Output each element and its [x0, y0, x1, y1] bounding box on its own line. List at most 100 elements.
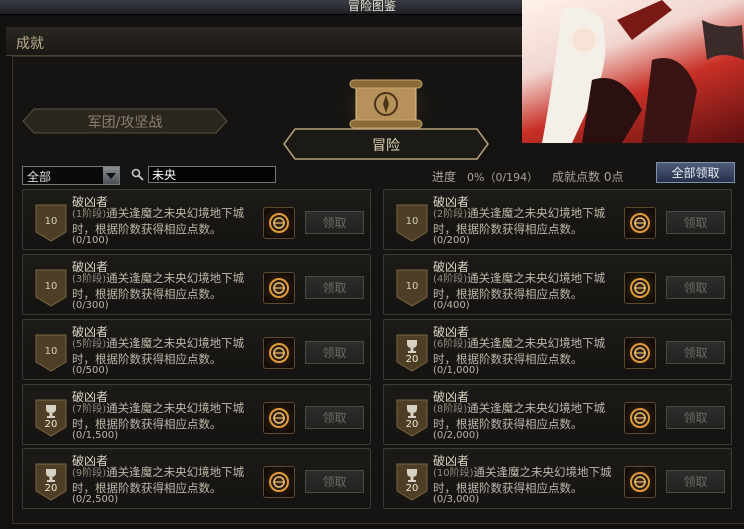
achievement-description: (8阶段)通关逢魔之未央幻境地下城时，根据阶数获得相应点数。 [433, 401, 613, 431]
reward-emblem-icon[interactable] [624, 402, 656, 434]
promo-banner-image [522, 0, 744, 143]
achievement-description: (5阶段)通关逢魔之未央幻境地下城时，根据阶数获得相应点数。 [72, 336, 252, 366]
points-badge: 10 [396, 269, 428, 307]
badge-points: 10 [405, 216, 419, 227]
badge-points: 10 [44, 216, 58, 227]
achievement-description: (4阶段)通关逢魔之未央幻境地下城时，根据阶数获得相应点数。 [433, 271, 613, 301]
achievement-description: (3阶段)通关逢魔之未央幻境地下城时，根据阶数获得相应点数。 [72, 271, 252, 301]
points-badge: 20 [396, 334, 428, 372]
achievement-progress: (0/2,500) [72, 494, 119, 505]
achievement-progress: (0/1,000) [433, 365, 480, 376]
points-badge: 20 [35, 399, 67, 437]
section-title: 成就 [16, 36, 44, 52]
achievement-description: (2阶段)通关逢魔之未央幻境地下城时，根据阶数获得相应点数。 [433, 206, 613, 236]
claim-button[interactable]: 领取 [666, 211, 725, 234]
achievement-card: 10 破凶者 (5阶段)通关逢魔之未央幻境地下城时，根据阶数获得相应点数。 (0/50… [22, 319, 371, 380]
achievement-progress: (0/400) [433, 300, 470, 311]
claim-button[interactable]: 领取 [305, 276, 364, 299]
achievement-card: 10 破凶者 (1阶段)通关逢魔之未央幻境地下城时，根据阶数获得相应点数。 (0/10… [22, 189, 371, 250]
achievement-card: 20 破凶者 (8阶段)通关逢魔之未央幻境地下城时，根据阶数获得相应点数。 (0/2,… [383, 384, 732, 445]
reward-emblem-icon[interactable] [624, 337, 656, 369]
tab-legion-label: 军团/攻坚战 [87, 115, 163, 131]
achievement-stage: (1阶段) [72, 209, 107, 220]
points-badge: 20 [396, 463, 428, 501]
points-badge: 10 [35, 269, 67, 307]
badge-points: 20 [44, 419, 58, 430]
reward-emblem-icon[interactable] [263, 402, 295, 434]
achievement-progress: (0/300) [72, 300, 109, 311]
reward-emblem-icon[interactable] [624, 272, 656, 304]
tab-legion[interactable]: 军团/攻坚战 [22, 108, 228, 134]
claim-all-button[interactable]: 全部领取 [656, 162, 735, 183]
chevron-down-icon[interactable] [103, 167, 119, 184]
reward-emblem-icon[interactable] [624, 207, 656, 239]
reward-emblem-icon[interactable] [624, 466, 656, 498]
achievement-stage: (10阶段) [433, 468, 474, 479]
reward-emblem-icon[interactable] [263, 337, 295, 369]
achievement-description: (6阶段)通关逢魔之未央幻境地下城时，根据阶数获得相应点数。 [433, 336, 613, 366]
achievement-stage: (7阶段) [72, 404, 107, 415]
search-icon [131, 168, 144, 181]
trophy-icon [46, 469, 56, 482]
achievement-card: 10 破凶者 (4阶段)通关逢魔之未央幻境地下城时，根据阶数获得相应点数。 (0/40… [383, 254, 732, 315]
achievement-progress: (0/3,000) [433, 494, 480, 505]
achievement-description: (9阶段)通关逢魔之未央幻境地下城时，根据阶数获得相应点数。 [72, 465, 252, 495]
achievement-card: 20 破凶者 (10阶段)通关逢魔之未央幻境地下城时，根据阶数获得相应点数。 (0/3… [383, 448, 732, 509]
achievement-card: 20 破凶者 (9阶段)通关逢魔之未央幻境地下城时，根据阶数获得相应点数。 (0/2,… [22, 448, 371, 509]
achievement-stage: (5阶段) [72, 339, 107, 350]
badge-points: 20 [405, 354, 419, 365]
trophy-icon [46, 405, 56, 418]
achievement-stage: (9阶段) [72, 468, 107, 479]
reward-emblem-icon[interactable] [263, 466, 295, 498]
achievement-progress: (0/2,000) [433, 430, 480, 441]
badge-points: 20 [44, 483, 58, 494]
achievement-card: 20 破凶者 (6阶段)通关逢魔之未央幻境地下城时，根据阶数获得相应点数。 (0/1,… [383, 319, 732, 380]
claim-button[interactable]: 领取 [666, 276, 725, 299]
points-badge: 20 [35, 463, 67, 501]
achievement-stage: (3阶段) [72, 274, 107, 285]
badge-points: 10 [44, 281, 58, 292]
achievement-stage: (8阶段) [433, 404, 468, 415]
trophy-icon [407, 405, 417, 418]
achievement-description: (10阶段)通关逢魔之未央幻境地下城时，根据阶数获得相应点数。 [433, 465, 613, 495]
achievement-progress: (0/200) [433, 235, 470, 246]
claim-button[interactable]: 领取 [305, 406, 364, 429]
achievement-description: (1阶段)通关逢魔之未央幻境地下城时，根据阶数获得相应点数。 [72, 206, 252, 236]
claim-button[interactable]: 领取 [305, 470, 364, 493]
banner-art [542, 0, 744, 143]
badge-points: 20 [405, 483, 419, 494]
claim-button[interactable]: 领取 [666, 470, 725, 493]
points-badge: 10 [396, 204, 428, 242]
tab-adventure-label: 冒险 [372, 138, 400, 154]
claim-button[interactable]: 领取 [666, 406, 725, 429]
badge-points: 10 [405, 281, 419, 292]
points-badge: 20 [396, 399, 428, 437]
claim-button[interactable]: 领取 [666, 341, 725, 364]
points-badge: 10 [35, 334, 67, 372]
achievement-card: 20 破凶者 (7阶段)通关逢魔之未央幻境地下城时，根据阶数获得相应点数。 (0/1,… [22, 384, 371, 445]
category-filter-select[interactable]: 全部 [22, 166, 120, 185]
achievement-card: 10 破凶者 (2阶段)通关逢魔之未央幻境地下城时，根据阶数获得相应点数。 (0/20… [383, 189, 732, 250]
achievement-points: 成就点数 0点 [552, 170, 624, 184]
progress-value: 0%（0/194） [467, 171, 539, 184]
achievement-description: (7阶段)通关逢魔之未央幻境地下城时，根据阶数获得相应点数。 [72, 401, 252, 431]
claim-button[interactable]: 领取 [305, 341, 364, 364]
reward-emblem-icon[interactable] [263, 207, 295, 239]
achievement-stage: (4阶段) [433, 274, 468, 285]
trophy-icon [407, 469, 417, 482]
trophy-icon [407, 340, 417, 353]
category-filter-value: 全部 [27, 170, 52, 184]
search-input[interactable] [148, 166, 276, 183]
section-header: 成就 [6, 27, 526, 56]
badge-points: 20 [405, 419, 419, 430]
achievement-progress: (0/500) [72, 365, 109, 376]
achievement-card: 10 破凶者 (3阶段)通关逢魔之未央幻境地下城时，根据阶数获得相应点数。 (0/30… [22, 254, 371, 315]
claim-button[interactable]: 领取 [305, 211, 364, 234]
badge-points: 10 [44, 346, 58, 357]
achievement-progress: (0/1,500) [72, 430, 119, 441]
achievement-progress: (0/100) [72, 235, 109, 246]
achievement-stage: (2阶段) [433, 209, 468, 220]
achievement-stage: (6阶段) [433, 339, 468, 350]
tab-adventure[interactable]: 冒险 [283, 128, 489, 160]
reward-emblem-icon[interactable] [263, 272, 295, 304]
